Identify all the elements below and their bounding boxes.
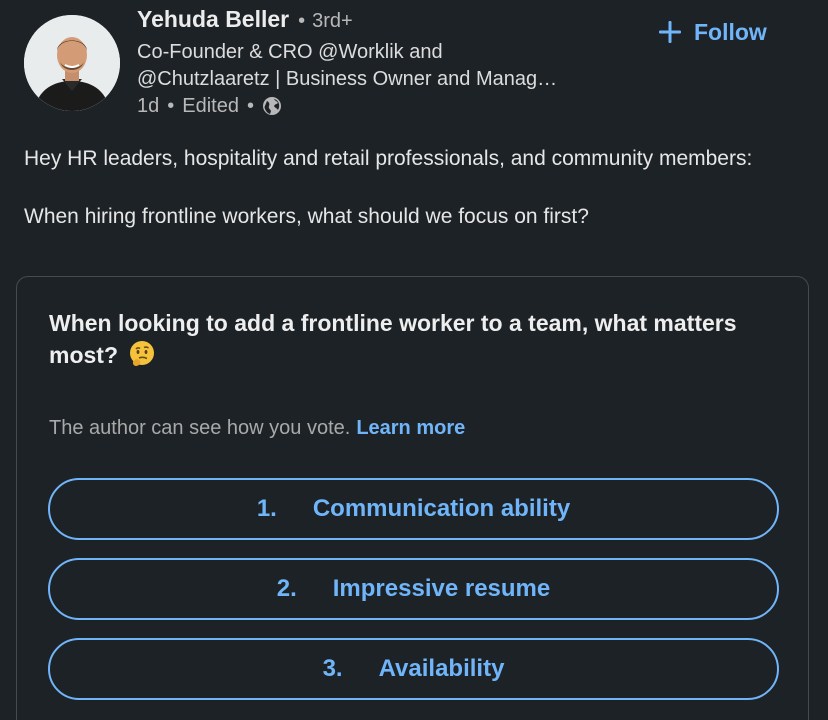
follow-label: Follow (694, 18, 767, 45)
poll-option-label: Availability (378, 655, 505, 682)
poll-option-1[interactable]: 1. Communication ability (48, 478, 779, 540)
post-body: Hey HR leaders, hospitality and retail p… (24, 145, 804, 231)
post-body-line1: Hey HR leaders, hospitality and retail p… (24, 147, 753, 170)
post-meta: 1d • Edited • (137, 92, 637, 120)
privacy-text: The author can see how you vote. (49, 417, 351, 439)
author-headline-line1: Co-Founder & CRO @Worklik and (137, 41, 443, 63)
edited-label: Edited (182, 94, 239, 117)
poll-option-number: 3. (322, 655, 343, 682)
poll-option-label: Impressive resume (332, 575, 551, 602)
author-info: Yehuda Beller • 3rd+ Co-Founder & CRO @W… (137, 6, 637, 120)
post-body-line2: When hiring frontline workers, what shou… (24, 205, 589, 228)
plus-icon (659, 21, 681, 43)
poll-privacy-note: The author can see how you vote. Learn mo… (49, 417, 465, 440)
thinking-face-emoji-icon (128, 340, 156, 368)
poll-card: When looking to add a frontline worker t… (16, 276, 809, 720)
author-avatar[interactable] (24, 15, 120, 111)
author-name[interactable]: Yehuda Beller (137, 6, 289, 33)
meta-separator: • (167, 94, 175, 117)
follow-button[interactable]: Follow (658, 14, 767, 50)
post-time: 1d (137, 94, 160, 117)
learn-more-link[interactable]: Learn more (356, 417, 465, 439)
connection-degree: 3rd+ (312, 10, 353, 32)
poll-option-3[interactable]: 3. Availability (48, 638, 779, 700)
author-headline-line2: @Chutzlaaretz | Business Owner and Manag… (137, 68, 558, 90)
poll-option-number: 1. (256, 495, 277, 522)
meta-separator-2: • (246, 94, 254, 117)
poll-question: When looking to add a frontline worker t… (49, 307, 769, 371)
poll-option-label: Communication ability (312, 495, 571, 522)
poll-option-number: 2. (276, 575, 297, 602)
feed-post: Yehuda Beller • 3rd+ Co-Founder & CRO @W… (0, 0, 828, 720)
poll-option-2[interactable]: 2. Impressive resume (48, 558, 779, 620)
degree-separator: • (298, 10, 306, 32)
globe-icon (262, 96, 282, 116)
avatar-photo-icon (24, 15, 120, 111)
